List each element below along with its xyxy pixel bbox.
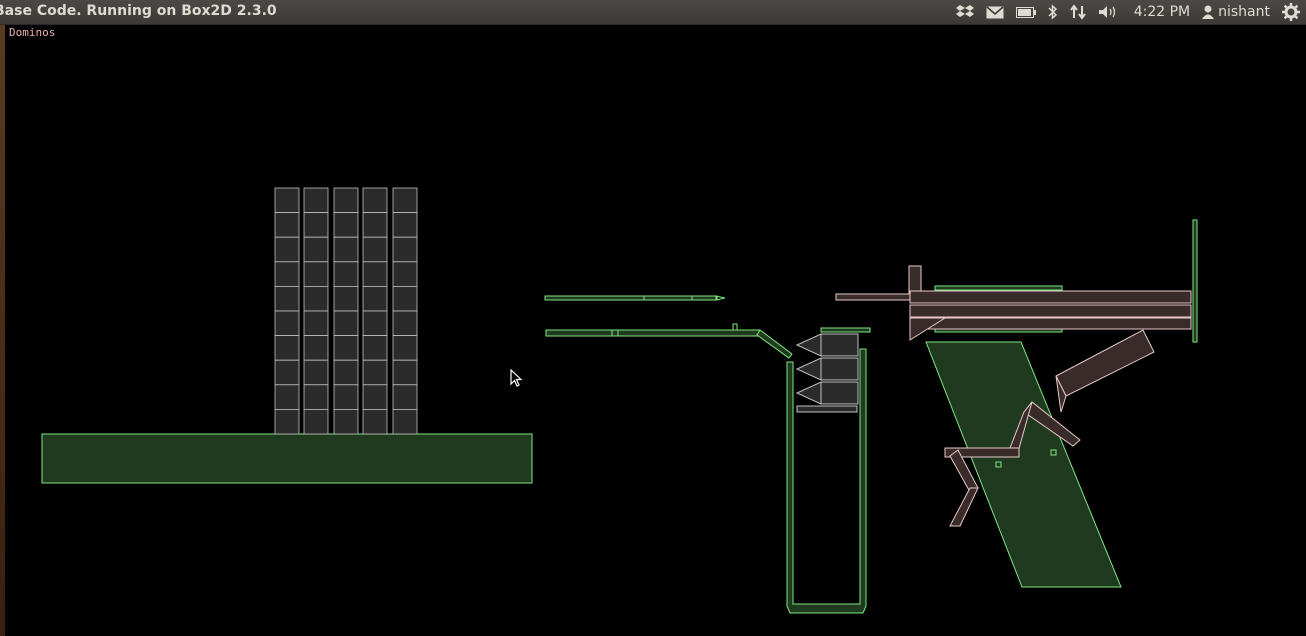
stack-box <box>333 335 359 361</box>
stack-box <box>274 384 300 410</box>
stack-box <box>392 285 418 312</box>
stack-box <box>362 236 388 263</box>
stack-box <box>333 187 359 214</box>
stack-box <box>274 261 300 287</box>
stack-box <box>392 236 418 263</box>
barrel-assembly <box>835 219 1198 343</box>
stack-box <box>303 285 329 312</box>
stack-box <box>274 212 300 238</box>
stack-box <box>392 212 418 238</box>
stack-box <box>362 310 388 337</box>
stack-box <box>303 335 329 361</box>
stack-box <box>362 261 388 287</box>
stack-box <box>362 212 388 238</box>
stack-box <box>392 359 418 386</box>
stack-box <box>274 236 300 263</box>
stack-box <box>303 359 329 386</box>
box-stacks <box>274 187 418 435</box>
stack-box <box>303 261 329 287</box>
shelf-upper <box>544 295 718 301</box>
stack-box <box>362 285 388 312</box>
stack-box <box>303 187 329 214</box>
stack-box <box>333 236 359 263</box>
mouse-cursor <box>510 369 523 387</box>
stack-box <box>303 384 329 410</box>
stack-box <box>274 187 300 214</box>
shelf-lower <box>545 329 761 337</box>
stack-box <box>274 408 300 435</box>
stack-box <box>362 335 388 361</box>
stack-box <box>362 187 388 214</box>
stack-box <box>333 359 359 386</box>
stack-box <box>392 335 418 361</box>
ground-platform <box>41 433 533 484</box>
spike-stack <box>795 333 859 413</box>
stack-box <box>333 310 359 337</box>
stack-box <box>392 384 418 410</box>
stack-box <box>362 408 388 435</box>
stack-box <box>333 285 359 312</box>
stack-box <box>274 359 300 386</box>
stack-box <box>362 384 388 410</box>
stack-box <box>333 384 359 410</box>
ramp <box>756 329 793 359</box>
stack-box <box>392 310 418 337</box>
stack-box <box>303 310 329 337</box>
stack-box <box>274 310 300 337</box>
box2d-scene <box>41 187 1198 614</box>
stack-box <box>274 335 300 361</box>
stack-box <box>392 187 418 214</box>
stack-box <box>303 236 329 263</box>
stack-box <box>274 285 300 312</box>
stack-box <box>333 212 359 238</box>
stack-box <box>362 359 388 386</box>
stack-box <box>303 212 329 238</box>
stack-box <box>392 261 418 287</box>
stack-box <box>333 408 359 435</box>
stack-box <box>392 408 418 435</box>
stack-box <box>333 261 359 287</box>
stack-box <box>303 408 329 435</box>
